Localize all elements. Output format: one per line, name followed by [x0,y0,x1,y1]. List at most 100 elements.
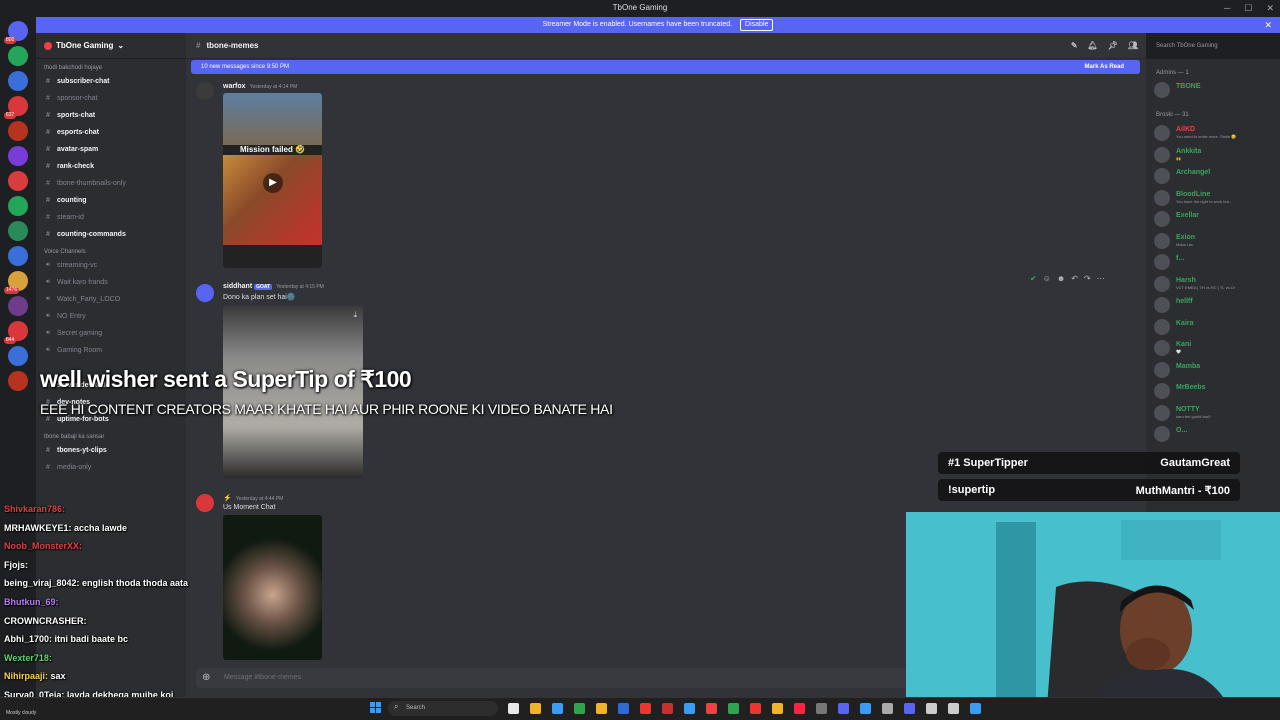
member-item[interactable]: NOTTY karu teri guddi laal? [1154,404,1211,421]
reply-icon[interactable]: ↶ [1071,274,1078,283]
channel-item[interactable]: # counting-commands [36,226,186,243]
channel-item[interactable]: # counting [36,192,186,209]
channel-item[interactable]: # subscriber-chat [36,73,186,90]
minimize-icon[interactable]: ─ [1224,0,1230,16]
channel-category[interactable]: tbone babaji ka sansar [36,428,186,442]
member-item[interactable]: hellff [1154,297,1193,313]
add-reaction-icon[interactable]: ☻ [1057,274,1065,283]
taskbar-app-icon[interactable] [794,703,805,714]
member-item[interactable]: AilKD You need to smile more. Smile 😊 [1154,125,1236,141]
member-item[interactable]: BloodLine You have the right to work but.… [1154,189,1232,206]
server-icon[interactable] [8,296,28,316]
check-reaction-icon[interactable]: ✔ [1030,274,1037,283]
taskbar-app-icon[interactable] [948,703,959,714]
channel-item[interactable]: # esports-chat [36,124,186,141]
pin-icon[interactable]: 📌︎ [1108,41,1118,50]
server-icon[interactable] [8,146,28,166]
server-icon[interactable] [8,221,28,241]
disable-button[interactable]: Disable [740,19,774,31]
channel-item[interactable]: # steam-id [36,209,186,226]
member-item[interactable]: Kani 🤍 [1154,340,1191,356]
taskbar-app-icon[interactable] [882,703,893,714]
server-icon[interactable] [8,121,28,141]
taskbar-app-icon[interactable] [596,703,607,714]
member-item[interactable]: Harsh VCT EMEA | TH vs RC | TL vs LV [1154,275,1235,292]
video-attachment[interactable]: Mission failed 🤣 ▶ [223,93,322,268]
channel-item[interactable]: # tbones-yt-clips [36,442,186,459]
member-item[interactable]: TBONE [1154,82,1201,98]
taskbar-app-icon[interactable] [706,703,717,714]
channel-category[interactable]: thodi bakchodi hojaye [36,59,186,73]
video-attachment[interactable] [223,515,322,660]
avatar[interactable] [196,82,214,100]
taskbar-app-icon[interactable] [860,703,871,714]
add-attachment-icon[interactable]: ⊕ [202,672,210,683]
close-icon[interactable]: ✕ [1266,0,1274,16]
voice-channel-item[interactable]: 🔊︎ Gaming Room [36,342,186,359]
forward-icon[interactable]: ↷ [1084,274,1091,283]
taskbar-search[interactable]: Search [388,701,498,716]
voice-channel-item[interactable]: 🔊︎ Wait karo frands [36,274,186,291]
taskbar-app-icon[interactable] [750,703,761,714]
channel-category[interactable]: Voice Channels [36,243,186,257]
avatar[interactable] [196,284,214,302]
member-item[interactable]: Exion Malai Lav [1154,232,1195,249]
channel-item[interactable]: # rank-check [36,158,186,175]
server-icon[interactable] [8,246,28,266]
mark-as-read-button[interactable]: Mark As Read [1085,60,1124,74]
members-icon[interactable]: 👥︎ [1128,41,1138,50]
message-author[interactable]: ⚡ Yesterday at 4:44 PM [223,494,283,502]
server-icon[interactable]: 844 [4,321,28,344]
banner-close-icon[interactable]: ✕ [1264,17,1272,33]
server-icon[interactable] [8,371,28,391]
server-icon[interactable] [8,196,28,216]
taskbar-app-icon[interactable] [552,703,563,714]
avatar[interactable] [196,494,214,512]
taskbar-app-icon[interactable] [574,703,585,714]
taskbar-app-icon[interactable] [926,703,937,714]
server-icon[interactable] [8,46,28,66]
download-icon[interactable]: ⤓ [353,310,357,320]
taskbar-app-icon[interactable] [508,703,519,714]
channel-item[interactable]: # sponsor-chat [36,90,186,107]
channel-item[interactable]: # media-only [36,459,186,476]
new-messages-bar[interactable]: 10 new messages since 9:50 PM Mark As Re… [191,60,1140,74]
server-icon[interactable]: 1476 [4,271,28,294]
taskbar-app-icon[interactable] [662,703,673,714]
guild-header[interactable]: TbOne Gaming ⌄ [36,33,186,59]
server-icon[interactable] [8,346,28,366]
member-item[interactable]: Mamba [1154,361,1200,378]
message-author[interactable]: warfox Yesterday at 4:14 PM [223,83,297,90]
member-item[interactable]: f... [1154,254,1184,270]
taskbar-app-icon[interactable] [970,703,981,714]
taskbar-app-icon[interactable] [618,703,629,714]
server-icon[interactable] [8,71,28,91]
taskbar-app-icon[interactable] [728,703,739,714]
threads-icon[interactable]: ✎ [1071,41,1078,50]
member-item[interactable]: Archangel [1154,168,1210,184]
taskbar-app-icon[interactable] [816,703,827,714]
taskbar-app-icon[interactable] [772,703,783,714]
maximize-icon[interactable]: ☐ [1244,0,1252,16]
search-input[interactable]: Search TbOne Gaming [1152,39,1274,54]
taskbar-app-icon[interactable] [684,703,695,714]
voice-channel-item[interactable]: 🔊︎ NO Entry [36,308,186,325]
channel-item[interactable]: # tbone-thumbnails-only [36,175,186,192]
member-item[interactable]: Kaira [1154,318,1194,335]
taskbar-app-icon[interactable] [904,703,915,714]
member-item[interactable]: Exellar [1154,211,1199,227]
message-author[interactable]: siddhant GOAT Yesterday at 4:15 PM [223,283,324,290]
server-icon[interactable]: 800 [4,21,28,44]
taskbar-app-icon[interactable] [838,703,849,714]
taskbar-app-icon[interactable] [640,703,651,714]
server-icon[interactable] [8,171,28,191]
more-icon[interactable]: ⋯ [1097,274,1105,283]
member-item[interactable]: O... [1154,426,1187,442]
voice-channel-item[interactable]: 🔊︎ streaming-vc [36,257,186,274]
voice-channel-item[interactable]: 🔊︎ Secret gaming [36,325,186,342]
member-item[interactable]: Ankkita 🙌 [1154,146,1201,163]
channel-item[interactable]: # avatar-spam [36,141,186,158]
bell-icon[interactable]: 🔔︎ [1088,41,1098,50]
smile-reaction-icon[interactable]: ☺ [1043,274,1051,283]
play-icon[interactable]: ▶ [263,173,283,193]
